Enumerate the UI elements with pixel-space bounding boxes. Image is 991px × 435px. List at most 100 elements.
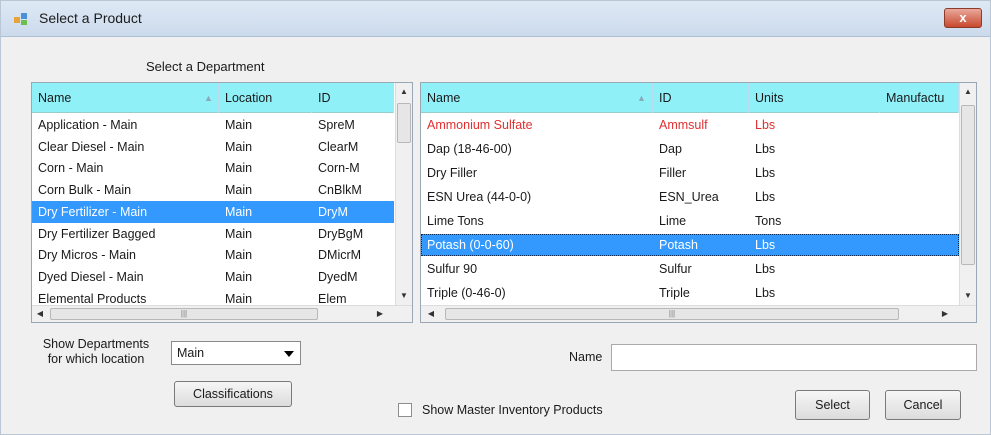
department-cell-id: DryBgM (318, 226, 364, 241)
product-row[interactable]: Ammonium Sulfate Ammsulf Lbs (421, 114, 959, 136)
department-horizontal-scrollbar[interactable]: ◀ ||| ▶ (32, 305, 412, 322)
scroll-down-icon[interactable]: ▼ (396, 291, 412, 300)
show-departments-label: Show Departments for which location (42, 337, 150, 366)
scroll-left-icon[interactable]: ◀ (32, 309, 48, 318)
name-input[interactable] (611, 344, 977, 371)
classifications-label: Classifications (193, 387, 273, 401)
department-cell-id: DyedM (318, 269, 358, 284)
department-row[interactable]: Corn - Main Main Corn-M (32, 157, 394, 179)
product-cell-id: ESN_Urea (659, 190, 719, 204)
department-row[interactable]: Clear Diesel - Main Main ClearM (32, 136, 394, 158)
column-header-id[interactable]: ID (312, 83, 394, 113)
department-cell-id: ClearM (318, 139, 359, 154)
product-row[interactable]: Sulfur 90 Sulfur Lbs (421, 258, 959, 280)
department-cell-location: Main (225, 161, 253, 176)
column-header-name[interactable]: Name (32, 83, 219, 113)
product-cell-units: Lbs (755, 166, 776, 180)
department-cell-id: DMicrM (318, 248, 362, 263)
product-row[interactable]: Lime Tons Lime Tons (421, 210, 959, 232)
product-grid[interactable]: Name ▲ ID Units Manufactu Ammonium Sulfa… (420, 82, 977, 323)
product-cell-id: Potash (659, 238, 698, 252)
department-cell-name: Dry Fertilizer Bagged (38, 226, 156, 241)
product-select-icon (14, 13, 27, 25)
department-caption: Select a Department (146, 59, 265, 74)
product-cell-name: Dap (18-46-00) (427, 142, 512, 156)
cancel-button[interactable]: Cancel (885, 390, 961, 420)
product-cell-id: Ammsulf (659, 118, 708, 132)
department-row[interactable]: Dry Fertilizer Bagged Main DryBgM (32, 223, 394, 245)
product-cell-units: Lbs (755, 118, 776, 132)
product-row[interactable]: Triple (0-46-0) Triple Lbs (421, 282, 959, 304)
product-row[interactable]: Dap (18-46-00) Dap Lbs (421, 138, 959, 160)
scroll-up-icon[interactable]: ▲ (960, 87, 976, 96)
show-master-inventory-label[interactable]: Show Master Inventory Products (422, 403, 603, 417)
chevron-down-icon (284, 351, 294, 357)
product-cell-name: Triple (0-46-0) (427, 286, 506, 300)
product-cell-units: Lbs (755, 190, 776, 204)
department-cell-name: Dry Fertilizer - Main (38, 204, 148, 219)
product-cell-units: Lbs (755, 142, 776, 156)
scroll-down-icon[interactable]: ▼ (960, 291, 976, 300)
column-header-id[interactable]: ID (653, 83, 749, 113)
department-vertical-scrollbar[interactable]: ▲ ▼ (395, 83, 412, 305)
department-row[interactable]: Corn Bulk - Main Main CnBlkM (32, 179, 394, 201)
sort-ascending-icon: ▲ (204, 93, 213, 103)
product-vertical-scrollbar[interactable]: ▲ ▼ (959, 83, 976, 305)
column-header-manufacturer[interactable]: Manufactu (880, 83, 959, 113)
department-cell-name: Application - Main (38, 118, 138, 132)
scroll-thumb[interactable] (961, 105, 975, 265)
location-value: Main (177, 346, 205, 360)
product-cell-name: Sulfur 90 (427, 262, 478, 276)
close-icon: x (959, 10, 967, 25)
product-cell-name: Dry Filler (427, 166, 477, 180)
scroll-thumb[interactable]: ||| (50, 308, 318, 320)
department-grid[interactable]: Name ▲ Location ID Application - Main Mai… (31, 82, 413, 323)
product-horizontal-scrollbar[interactable]: ◀ ||| ▶ (421, 305, 976, 322)
product-cell-units: Tons (755, 214, 782, 228)
show-master-inventory-checkbox[interactable] (398, 403, 412, 417)
product-cell-name: Lime Tons (427, 214, 484, 228)
department-cell-name: Clear Diesel - Main (38, 139, 145, 154)
title-bar[interactable]: Select a Product x (1, 1, 990, 37)
close-button[interactable]: x (944, 8, 982, 28)
department-cell-name: Dyed Diesel - Main (38, 269, 144, 284)
window-title: Select a Product (39, 10, 142, 26)
sort-ascending-icon: ▲ (637, 93, 646, 103)
product-cell-name: ESN Urea (44-0-0) (427, 190, 532, 204)
department-cell-location: Main (225, 269, 253, 284)
product-cell-id: Sulfur (659, 262, 692, 276)
department-cell-location: Main (225, 204, 253, 219)
product-row[interactable]: Dry Filler Filler Lbs (421, 162, 959, 184)
scroll-up-icon[interactable]: ▲ (396, 87, 412, 96)
department-row[interactable]: Application - Main Main SpreM (32, 114, 394, 136)
column-header-units[interactable]: Units (749, 83, 880, 113)
department-cell-name: Dry Micros - Main (38, 248, 136, 263)
department-cell-id: DryM (318, 204, 348, 219)
column-header-name[interactable]: Name (421, 83, 653, 113)
scroll-right-icon[interactable]: ▶ (937, 309, 953, 318)
scroll-left-icon[interactable]: ◀ (423, 309, 439, 318)
select-button[interactable]: Select (795, 390, 870, 420)
product-cell-id: Triple (659, 286, 690, 300)
scroll-thumb[interactable] (397, 103, 411, 143)
scroll-thumb[interactable]: ||| (445, 308, 899, 320)
department-row[interactable]: Dry Fertilizer - Main Main DryM (32, 200, 394, 223)
department-cell-id: CnBlkM (318, 183, 362, 198)
department-cell-id: SpreM (318, 118, 355, 132)
location-dropdown[interactable]: Main (171, 341, 301, 365)
department-cell-location: Main (225, 183, 253, 198)
department-cell-id: Corn-M (318, 161, 360, 176)
product-cell-id: Dap (659, 142, 682, 156)
classifications-button[interactable]: Classifications (174, 381, 292, 407)
department-grid-header: Name ▲ Location ID (32, 83, 394, 113)
department-cell-location: Main (225, 139, 253, 154)
product-row[interactable]: ESN Urea (44-0-0) ESN_Urea Lbs (421, 186, 959, 208)
product-row[interactable]: Potash (0-0-60) Potash Lbs (421, 234, 959, 256)
column-header-location[interactable]: Location (219, 83, 312, 113)
department-row[interactable]: Dyed Diesel - Main Main DyedM (32, 266, 394, 288)
name-label: Name (569, 350, 603, 364)
department-cell-name: Corn - Main (38, 161, 104, 176)
product-cell-units: Lbs (755, 238, 776, 252)
scroll-right-icon[interactable]: ▶ (372, 309, 388, 318)
department-row[interactable]: Dry Micros - Main Main DMicrM (32, 244, 394, 266)
